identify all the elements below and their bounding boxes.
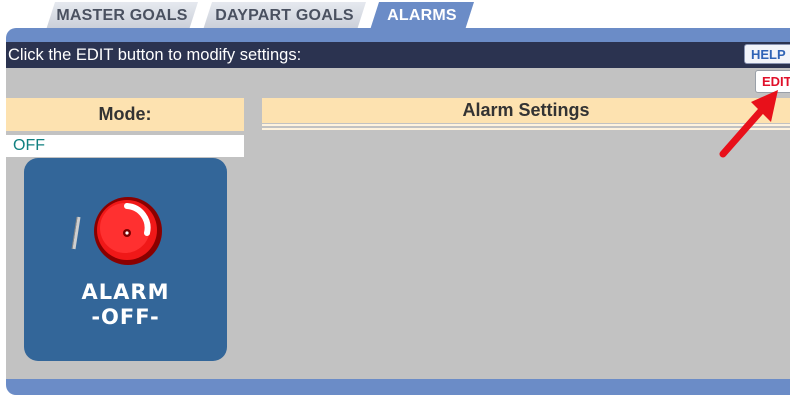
instruction-text: Click the EDIT button to modify settings… <box>8 45 302 64</box>
tab-alarms[interactable]: ALARMS <box>370 2 474 30</box>
instruction-bar: Click the EDIT button to modify settings… <box>6 42 790 68</box>
tab-master-goals[interactable]: MASTER GOALS <box>46 2 198 30</box>
help-button[interactable]: HELP <box>744 44 790 64</box>
tab-bar: MASTER GOALS DAYPART GOALS ALARMS <box>0 0 790 28</box>
alarm-settings-header: Alarm Settings <box>262 98 790 123</box>
mode-header: Mode: <box>6 98 244 131</box>
alarm-settings-divider <box>262 124 790 126</box>
alarm-status-caption: ALARM -OFF- <box>24 280 227 330</box>
red-arrow-icon <box>719 90 778 158</box>
alarm-bell-icon <box>71 197 162 265</box>
alarm-caption-line2: -OFF- <box>91 305 160 329</box>
bottom-band <box>6 379 790 395</box>
alarm-caption-line1: ALARM <box>81 280 170 304</box>
alarm-settings-divider <box>262 128 790 130</box>
mode-value[interactable]: OFF <box>6 135 244 157</box>
tab-daypart-goals[interactable]: DAYPART GOALS <box>203 2 366 30</box>
top-band <box>6 28 790 42</box>
